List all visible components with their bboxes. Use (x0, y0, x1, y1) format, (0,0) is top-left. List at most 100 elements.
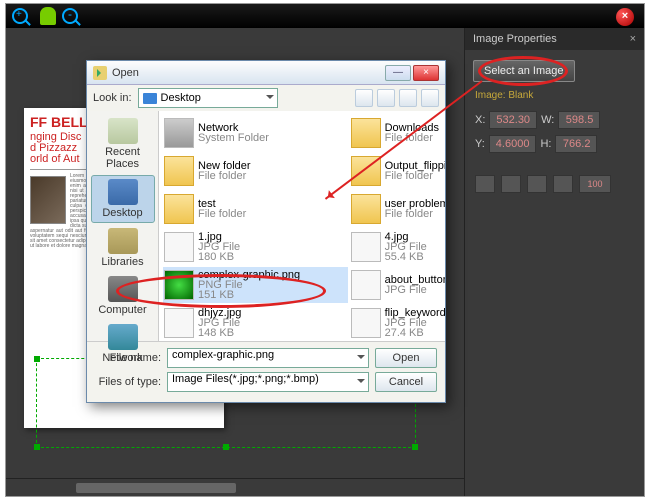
horizontal-scrollbar[interactable] (6, 478, 464, 496)
file-size: 148 KB (198, 328, 241, 338)
fit-icon[interactable] (553, 175, 573, 193)
open-icon (93, 66, 107, 80)
file-item[interactable]: dhjyz.jpgJPG File148 KB (163, 305, 348, 341)
x-label: X: (475, 114, 485, 126)
app-close-button[interactable]: × (616, 8, 634, 26)
file-thumb (164, 308, 194, 338)
file-thumb (351, 156, 381, 186)
file-type: File folder (385, 133, 439, 143)
place-comp[interactable]: Computer (91, 273, 155, 319)
file-item[interactable]: 1.jpgJPG File180 KB (163, 229, 348, 265)
y-label: Y: (475, 138, 485, 150)
select-image-button[interactable]: Select an Image (473, 60, 575, 82)
file-item[interactable]: about_button.jpgJPG File (350, 267, 445, 303)
android-icon[interactable] (40, 7, 56, 25)
file-item[interactable]: Output_flipping_filesFile folder (350, 153, 445, 189)
dialog-title: Open (112, 67, 383, 79)
cancel-button[interactable]: Cancel (375, 372, 437, 392)
file-thumb (164, 118, 194, 148)
file-item[interactable]: New folderFile folder (163, 153, 348, 189)
open-dialog: Open — × Look in: Desktop Recent Places D… (86, 60, 446, 403)
places-bar: Recent PlacesDesktopLibrariesComputerNet… (87, 111, 159, 341)
dialog-titlebar[interactable]: Open — × (87, 61, 445, 85)
file-item[interactable]: 4.jpgJPG File55.4 KB (350, 229, 445, 265)
file-list[interactable]: NetworkSystem FolderDownloadsFile folder… (159, 111, 445, 341)
filename-label: File name: (95, 352, 161, 364)
file-thumb (164, 270, 194, 300)
app-toolbar: × (6, 4, 644, 28)
zoom-in-icon[interactable] (12, 8, 28, 24)
w-label: W: (541, 114, 554, 126)
lookin-combo[interactable]: Desktop (138, 88, 278, 108)
file-thumb (351, 118, 381, 148)
file-type: File folder (385, 171, 445, 181)
align-tools: 100 (465, 167, 644, 201)
file-thumb (164, 232, 194, 262)
lookin-label: Look in: (93, 92, 132, 104)
properties-panel: Image Properties × Select an Image Image… (464, 28, 644, 496)
h-label: H: (540, 138, 551, 150)
align-left-icon[interactable] (475, 175, 495, 193)
place-label: Recent Places (91, 146, 155, 170)
place-label: Libraries (91, 256, 155, 268)
file-item[interactable]: DownloadsFile folder (350, 115, 445, 151)
file-type: JPG File (385, 285, 445, 295)
portrait-image (30, 176, 66, 224)
panel-title: Image Properties (473, 33, 557, 45)
chevron-down-icon (266, 95, 274, 103)
place-label: Computer (91, 304, 155, 316)
file-size: 180 KB (198, 252, 240, 262)
align-right-icon[interactable] (527, 175, 547, 193)
file-thumb (351, 194, 381, 224)
place-recent[interactable]: Recent Places (91, 115, 155, 173)
file-item[interactable]: user problemFile folder (350, 191, 445, 227)
net-icon (108, 324, 138, 350)
scale-value[interactable]: 100 (579, 175, 611, 193)
dialog-toolbar: Look in: Desktop (87, 85, 445, 111)
panel-header: Image Properties × (465, 28, 644, 50)
file-type: System Folder (198, 133, 269, 143)
file-thumb (351, 308, 381, 338)
panel-close-icon[interactable]: × (630, 33, 636, 45)
minimize-button[interactable]: — (385, 65, 411, 81)
place-lib[interactable]: Libraries (91, 225, 155, 271)
file-thumb (351, 270, 381, 300)
view-menu-icon[interactable] (421, 89, 439, 107)
folder-icon (143, 93, 157, 104)
file-size: 27.4 KB (385, 328, 445, 338)
filetype-combo[interactable]: Image Files(*.jpg;*.png;*.bmp) (167, 372, 369, 392)
back-icon[interactable] (355, 89, 373, 107)
zoom-out-icon[interactable] (62, 8, 78, 24)
desktop-icon (108, 179, 138, 205)
y-value[interactable]: 4.6000 (489, 135, 537, 153)
file-item[interactable]: complex-graphic.pngPNG File151 KB (163, 267, 348, 303)
open-button[interactable]: Open (375, 348, 437, 368)
x-value[interactable]: 532.30 (489, 111, 537, 129)
new-folder-icon[interactable] (399, 89, 417, 107)
align-center-icon[interactable] (501, 175, 521, 193)
h-value[interactable]: 766.2 (555, 135, 597, 153)
comp-icon (108, 276, 138, 302)
file-size: 55.4 KB (385, 252, 427, 262)
up-icon[interactable] (377, 89, 395, 107)
file-thumb (351, 232, 381, 262)
close-button[interactable]: × (413, 65, 439, 81)
file-item[interactable]: flip_keywords.jpgJPG File27.4 KB (350, 305, 445, 341)
file-type: File folder (198, 171, 251, 181)
w-value[interactable]: 598.5 (558, 111, 600, 129)
file-size: 151 KB (198, 290, 300, 300)
file-thumb (164, 194, 194, 224)
file-item[interactable]: NetworkSystem Folder (163, 115, 348, 151)
file-item[interactable]: testFile folder (163, 191, 348, 227)
lib-icon (108, 228, 138, 254)
place-label: Desktop (92, 207, 154, 219)
place-desktop[interactable]: Desktop (91, 175, 155, 223)
recent-icon (108, 118, 138, 144)
file-thumb (164, 156, 194, 186)
file-type: File folder (198, 209, 246, 219)
file-type: File folder (385, 209, 445, 219)
image-status: Image: Blank (465, 88, 644, 103)
lookin-value: Desktop (161, 92, 201, 104)
filetype-label: Files of type: (95, 376, 161, 388)
filename-input[interactable]: complex-graphic.png (167, 348, 369, 368)
